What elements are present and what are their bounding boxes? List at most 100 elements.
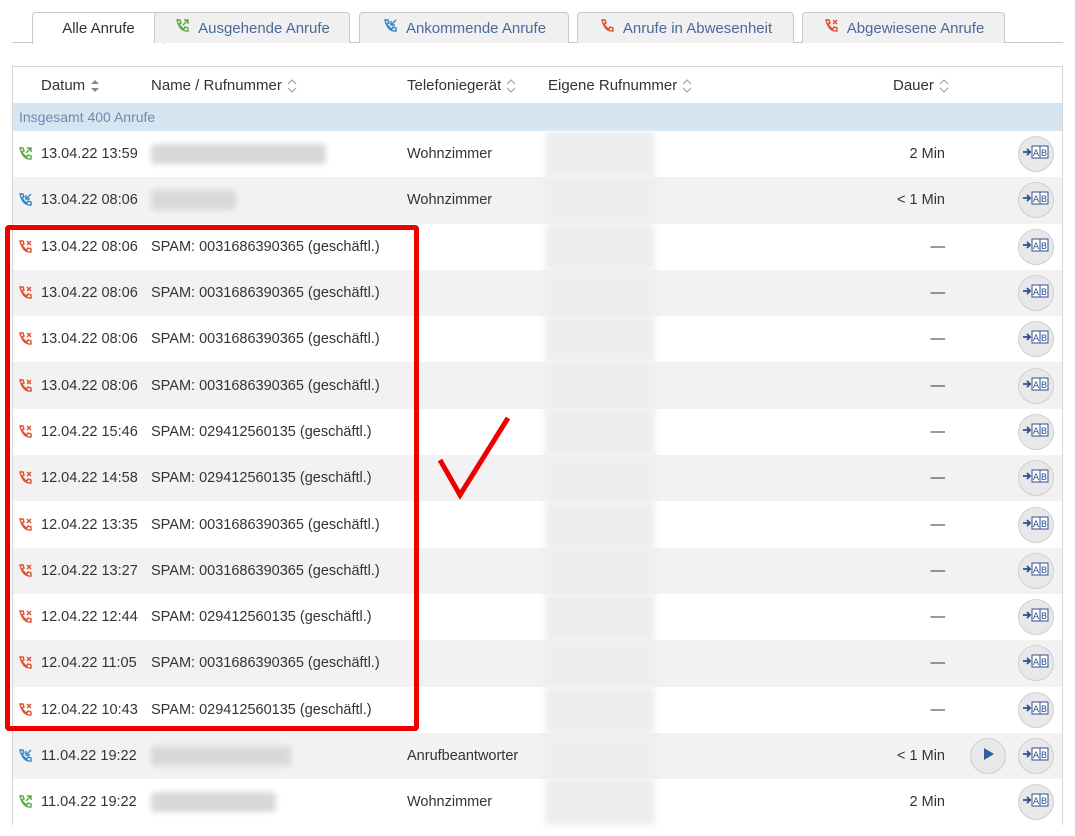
table-row[interactable]: 12.04.22 12:44 SPAM: 029412560135 (gesch… bbox=[13, 594, 1062, 641]
add-to-phonebook-button[interactable]: AB bbox=[1018, 599, 1054, 636]
own-number-cell bbox=[545, 316, 655, 363]
table-row[interactable]: 13.04.22 08:06 SPAM: 0031686390365 (gesc… bbox=[13, 223, 1062, 270]
add-to-phonebook-button[interactable]: AB bbox=[1018, 552, 1054, 589]
tab-rejected-calls[interactable]: Abgewiesene Anrufe bbox=[802, 12, 1005, 43]
call-rows: 13.04.22 13:59 Wohnzimmer 2 Min AB 13.04… bbox=[13, 131, 1062, 826]
column-header-own-number: Eigene Rufnummer bbox=[548, 77, 678, 94]
rejected-call-icon bbox=[17, 687, 37, 733]
tab-outgoing-calls[interactable]: Ausgehende Anrufe bbox=[154, 12, 350, 43]
svg-text:B: B bbox=[1041, 473, 1047, 483]
table-row[interactable]: 12.04.22 13:27 SPAM: 0031686390365 (gesc… bbox=[13, 547, 1062, 594]
svg-text:B: B bbox=[1041, 427, 1047, 437]
device-name: Wohnzimmer bbox=[407, 794, 493, 811]
sort-icon bbox=[506, 78, 516, 93]
device-name: Wohnzimmer bbox=[407, 146, 493, 163]
phonebook-icon: AB bbox=[1022, 793, 1050, 811]
table-row[interactable]: 11.04.22 19:22 Wohnzimmer 2 Min AB bbox=[13, 779, 1062, 826]
sort-by-name[interactable]: Name / Rufnummer bbox=[151, 67, 298, 104]
table-row[interactable]: 12.04.22 13:35 SPAM: 0031686390365 (gesc… bbox=[13, 501, 1062, 548]
svg-text:B: B bbox=[1041, 751, 1047, 761]
svg-text:B: B bbox=[1041, 797, 1047, 807]
column-header-name: Name / Rufnummer bbox=[151, 77, 282, 94]
call-date: 11.04.22 19:22 bbox=[41, 748, 137, 764]
call-duration: — bbox=[930, 238, 946, 255]
table-row[interactable]: 12.04.22 10:43 SPAM: 029412560135 (gesch… bbox=[13, 686, 1062, 733]
call-date: 12.04.22 15:46 bbox=[41, 423, 138, 440]
redacted-own-number bbox=[545, 177, 655, 224]
redacted-caller-name bbox=[151, 792, 276, 813]
caller-cell: SPAM: 029412560135 (geschäftl.) bbox=[151, 409, 372, 455]
tab-incoming-calls[interactable]: Ankommende Anrufe bbox=[359, 12, 569, 43]
play-icon bbox=[981, 747, 995, 765]
redacted-own-number bbox=[545, 270, 655, 317]
sort-icon bbox=[287, 78, 297, 93]
tab-label: Abgewiesene Anrufe bbox=[846, 19, 985, 37]
caller-cell: SPAM: 0031686390365 (geschäftl.) bbox=[151, 362, 380, 408]
svg-text:A: A bbox=[1033, 612, 1040, 622]
table-row[interactable]: 13.04.22 08:06 SPAM: 0031686390365 (gesc… bbox=[13, 362, 1062, 409]
phonebook-icon: AB bbox=[1022, 701, 1050, 719]
call-date: 13.04.22 08:06 bbox=[41, 238, 138, 255]
play-message-button[interactable] bbox=[970, 738, 1006, 774]
caller-cell: SPAM: 0031686390365 (geschäftl.) bbox=[151, 640, 380, 686]
table-row[interactable]: 11.04.22 19:22 Anrufbeantworter < 1 Min … bbox=[13, 732, 1062, 780]
redacted-own-number bbox=[545, 501, 655, 548]
caller-cell: SPAM: 0031686390365 (geschäftl.) bbox=[151, 270, 380, 316]
own-number-cell bbox=[545, 270, 655, 317]
call-duration: — bbox=[930, 423, 946, 440]
add-to-phonebook-button[interactable]: AB bbox=[1018, 691, 1054, 728]
rejected-call-icon bbox=[17, 548, 37, 594]
table-row[interactable]: 13.04.22 08:06 SPAM: 0031686390365 (gesc… bbox=[13, 316, 1062, 363]
redacted-own-number bbox=[545, 408, 655, 455]
phonebook-icon: AB bbox=[1022, 377, 1050, 395]
own-number-cell bbox=[545, 686, 655, 733]
add-to-phonebook-button[interactable]: AB bbox=[1018, 738, 1054, 774]
tab-missed-calls[interactable]: Anrufe in Abwesenheit bbox=[577, 12, 794, 43]
phonebook-icon: AB bbox=[1022, 330, 1050, 348]
add-to-phonebook-button[interactable]: AB bbox=[1018, 413, 1054, 450]
caller-cell bbox=[151, 733, 291, 779]
add-to-phonebook-button[interactable]: AB bbox=[1018, 367, 1054, 404]
add-to-phonebook-button[interactable]: AB bbox=[1018, 275, 1054, 312]
sort-by-device[interactable]: Telefoniegerät bbox=[407, 67, 517, 104]
svg-text:A: A bbox=[1033, 751, 1040, 761]
caller-name: SPAM: 0031686390365 (geschäftl.) bbox=[151, 238, 380, 255]
own-number-cell bbox=[545, 733, 655, 779]
table-row[interactable]: 12.04.22 11:05 SPAM: 0031686390365 (gesc… bbox=[13, 640, 1062, 687]
table-row[interactable]: 12.04.22 14:58 SPAM: 029412560135 (gesch… bbox=[13, 455, 1062, 502]
table-row[interactable]: 13.04.22 13:59 Wohnzimmer 2 Min AB bbox=[13, 131, 1062, 178]
call-duration: — bbox=[930, 516, 946, 533]
svg-text:A: A bbox=[1033, 566, 1040, 576]
caller-cell bbox=[151, 177, 236, 223]
sort-by-duration[interactable]: Dauer bbox=[893, 67, 950, 104]
add-to-phonebook-button[interactable]: AB bbox=[1018, 182, 1054, 219]
redacted-own-number bbox=[545, 779, 655, 826]
table-row[interactable]: 12.04.22 15:46 SPAM: 029412560135 (gesch… bbox=[13, 408, 1062, 455]
redacted-own-number bbox=[545, 131, 655, 178]
add-to-phonebook-button[interactable]: AB bbox=[1018, 645, 1054, 682]
phonebook-icon: AB bbox=[1022, 191, 1050, 209]
call-duration: — bbox=[930, 562, 946, 579]
svg-text:A: A bbox=[1033, 149, 1040, 159]
sort-by-date[interactable]: Datum bbox=[41, 67, 101, 104]
tab-all-calls[interactable]: Alle Anrufe bbox=[32, 12, 165, 44]
caller-cell: SPAM: 029412560135 (geschäftl.) bbox=[151, 594, 372, 640]
phonebook-icon: AB bbox=[1022, 284, 1050, 302]
add-to-phonebook-button[interactable]: AB bbox=[1018, 784, 1054, 821]
rejected-call-icon bbox=[17, 270, 37, 316]
add-to-phonebook-button[interactable]: AB bbox=[1018, 321, 1054, 358]
add-to-phonebook-button[interactable]: AB bbox=[1018, 506, 1054, 543]
call-date: 13.04.22 08:06 bbox=[41, 377, 138, 394]
redacted-own-number bbox=[545, 223, 655, 270]
table-row[interactable]: 13.04.22 08:06 SPAM: 0031686390365 (gesc… bbox=[13, 269, 1062, 317]
caller-cell: SPAM: 0031686390365 (geschäftl.) bbox=[151, 224, 380, 270]
sort-by-own-number[interactable]: Eigene Rufnummer bbox=[548, 67, 693, 104]
add-to-phonebook-button[interactable]: AB bbox=[1018, 136, 1054, 173]
add-to-phonebook-button[interactable]: AB bbox=[1018, 228, 1054, 265]
call-date: 13.04.22 08:06 bbox=[41, 192, 138, 209]
phonebook-icon: AB bbox=[1022, 562, 1050, 580]
table-row[interactable]: 13.04.22 08:06 Wohnzimmer < 1 Min AB bbox=[13, 177, 1062, 224]
own-number-cell bbox=[545, 640, 655, 687]
add-to-phonebook-button[interactable]: AB bbox=[1018, 460, 1054, 497]
incoming-call-icon bbox=[382, 18, 398, 38]
